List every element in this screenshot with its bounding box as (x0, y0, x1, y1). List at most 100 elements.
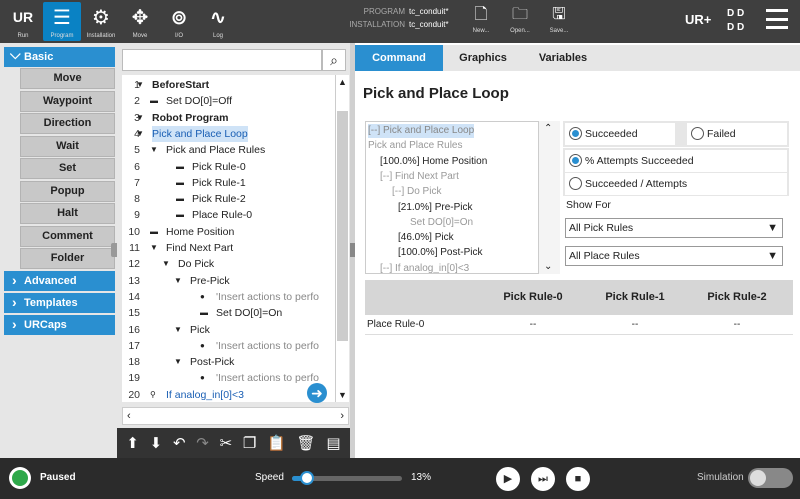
node-type-icon: ▬ (200, 308, 208, 318)
radio-succeeded[interactable] (569, 127, 582, 140)
succeeded-option[interactable]: Succeeded (565, 123, 675, 145)
nav-installation[interactable]: ⚙ Installation (82, 2, 120, 41)
urplus-button[interactable]: UR+ (685, 12, 711, 27)
line-number: 7 (134, 176, 140, 189)
stats-node[interactable]: [46.0%] Pick (398, 231, 454, 245)
go-to-node-icon[interactable]: ➜ (307, 383, 327, 403)
basic-item-comment[interactable]: Comment (20, 225, 115, 247)
category-templates[interactable]: Templates (4, 292, 115, 313)
tree-node[interactable]: 17 ● 'Insert actions to perfo (122, 338, 335, 354)
basic-item-waypoint[interactable]: Waypoint (20, 90, 115, 112)
failed-option[interactable]: Failed (687, 123, 787, 145)
step-button[interactable]: ⏭ (531, 467, 555, 491)
category-basic[interactable]: Basic (4, 44, 115, 67)
stats-node[interactable]: [--] Do Pick (392, 185, 441, 199)
tree-node[interactable]: 2 ▬ Set DO[0]=Off (122, 93, 335, 109)
tree-node[interactable]: 12 ▼ Do Pick (122, 256, 335, 272)
move-down-icon[interactable]: ⬇ (150, 434, 163, 452)
tree-node[interactable]: 6 ▬ Pick Rule-0 (122, 159, 335, 175)
stats-node[interactable]: [--] Find Next Part (380, 170, 459, 184)
pct-option[interactable]: % Attempts Succeeded (565, 150, 787, 172)
radio-pct[interactable] (569, 154, 582, 167)
undo-icon[interactable]: ↶ (173, 434, 186, 452)
tree-node[interactable]: 5 ▼ Pick and Place Rules (122, 142, 335, 158)
tree-node[interactable]: 8 ▬ Pick Rule-2 (122, 191, 335, 207)
tree-node[interactable]: 4 ▼ Pick and Place Loop (122, 125, 335, 142)
tree-node[interactable]: 1 ▼ BeforeStart (122, 77, 335, 93)
power-button[interactable] (9, 467, 31, 489)
basic-item-set[interactable]: Set (20, 158, 115, 179)
stats-tree-scrollbar[interactable]: ⌃ ⌄ (538, 121, 560, 274)
stats-node[interactable]: [--] Pick and Place Loop (368, 124, 475, 138)
scroll-up-icon[interactable]: ▲ (338, 77, 347, 87)
scroll-left-icon[interactable]: ‹ (127, 410, 131, 422)
tab-graphics[interactable]: Graphics (443, 45, 523, 71)
pick-rules-select[interactable]: All Pick Rules ▼ (565, 218, 783, 238)
cut-icon[interactable]: ✂ (220, 434, 233, 452)
stats-node[interactable]: Pick and Place Rules (368, 139, 463, 153)
node-type-icon: ⚲ (150, 389, 156, 399)
tab-variables[interactable]: Variables (523, 45, 603, 71)
hamburger-menu-icon[interactable] (766, 9, 788, 29)
nav-run[interactable]: UR Run (4, 2, 42, 41)
search-icon[interactable]: ⌕ (322, 49, 346, 71)
stats-node[interactable]: [100.0%] Home Position (380, 155, 487, 169)
tree-node[interactable]: 15 ▬ Set DO[0]=On (122, 305, 335, 321)
radio-failed[interactable] (691, 127, 704, 140)
stop-button[interactable]: ■ (566, 467, 590, 491)
simulation-toggle[interactable] (748, 468, 793, 488)
tree-node[interactable]: 11 ▼ Find Next Part (122, 240, 335, 256)
tree-node[interactable]: 10 ▬ Home Position (122, 224, 335, 240)
scroll-right-icon[interactable]: › (340, 410, 344, 422)
redo-icon[interactable]: ↷ (196, 434, 209, 452)
basic-item-move[interactable]: Move (20, 68, 115, 89)
tree-node[interactable]: 20 ⚲ If analog_in[0]<3 (122, 387, 335, 402)
tree-vertical-scrollbar[interactable]: ▲ ▼ (335, 75, 349, 402)
tree-node[interactable]: 13 ▼ Pre-Pick (122, 273, 335, 289)
scroll-down-icon[interactable]: ▼ (338, 390, 347, 400)
basic-item-popup[interactable]: Popup (20, 180, 115, 202)
tree-node[interactable]: 7 ▬ Pick Rule-1 (122, 175, 335, 191)
new-button[interactable]: 🗋 New... (464, 4, 498, 40)
play-button[interactable]: ▶ (496, 467, 520, 491)
category-urcaps[interactable]: URCaps (4, 314, 115, 335)
stats-node[interactable]: [21.0%] Pre-Pick (398, 201, 472, 215)
speed-slider[interactable] (292, 471, 402, 485)
basic-item-direction[interactable]: Direction (20, 113, 115, 134)
category-advanced[interactable]: Advanced (4, 270, 115, 291)
basic-item-folder[interactable]: Folder (20, 248, 115, 269)
paste-icon[interactable]: 📋 (267, 434, 286, 452)
tree-node[interactable]: 16 ▼ Pick (122, 322, 335, 338)
tree-node[interactable]: 9 ▬ Place Rule-0 (122, 207, 335, 223)
delete-icon[interactable]: 🗑 (297, 434, 316, 452)
place-rules-select[interactable]: All Place Rules ▼ (565, 246, 783, 266)
suppress-icon[interactable]: ▤ (326, 434, 340, 452)
open-button[interactable]: 🗀 Open... (503, 4, 537, 40)
tree-node[interactable]: 19 ● 'Insert actions to perfo (122, 370, 335, 386)
basic-item-wait[interactable]: Wait (20, 135, 115, 157)
tree-node[interactable]: 18 ▼ Post-Pick (122, 354, 335, 370)
tab-command[interactable]: Command (355, 45, 443, 71)
tree-node[interactable]: 14 ● 'Insert actions to perfo (122, 289, 335, 305)
stats-node[interactable]: Set DO[0]=On (410, 216, 473, 230)
nav-io[interactable]: ⊚ I/O (160, 2, 198, 41)
basic-item-halt[interactable]: Halt (20, 203, 115, 224)
nav-move[interactable]: ✥ Move (121, 2, 159, 41)
ratio-option[interactable]: Succeeded / Attempts (565, 173, 787, 195)
chevron-up-icon[interactable]: ⌃ (544, 123, 552, 134)
save-button[interactable]: 🖫 Save... (542, 4, 576, 40)
line-number: 18 (128, 356, 140, 369)
chevron-down-icon[interactable]: ⌄ (544, 261, 552, 272)
nav-program[interactable]: ☰ Program (43, 2, 81, 41)
stats-node[interactable]: [100.0%] Post-Pick (398, 246, 482, 260)
tree-node[interactable]: 3 ▼ Robot Program (122, 110, 335, 126)
move-up-icon[interactable]: ⬆ (126, 434, 139, 452)
nav-log[interactable]: ∿ Log (199, 2, 237, 41)
scroll-thumb[interactable] (337, 111, 348, 341)
stats-node[interactable]: [--] If analog_in[0]<3 (380, 262, 469, 273)
dashboard-button[interactable]: D D D D (727, 7, 744, 35)
radio-ratio[interactable] (569, 177, 582, 190)
tree-search-input[interactable] (122, 49, 322, 71)
copy-icon[interactable]: ❐ (243, 434, 256, 452)
tree-horizontal-scrollbar[interactable]: ‹ › (122, 407, 349, 425)
